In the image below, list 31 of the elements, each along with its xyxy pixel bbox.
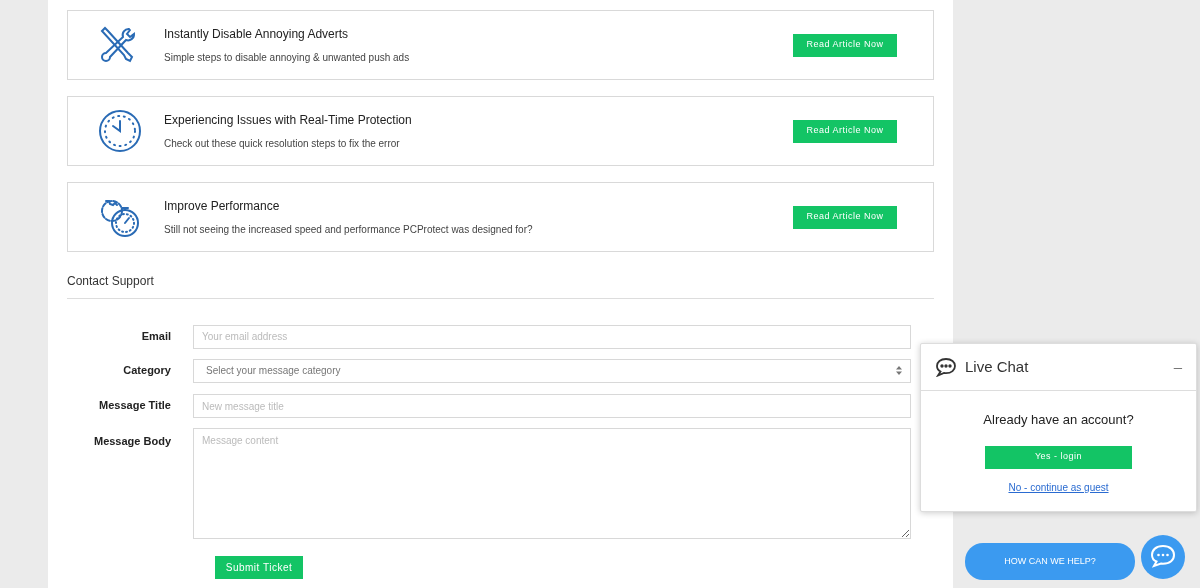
guest-link[interactable]: No - continue as guest [1008,479,1109,495]
text-field[interactable]: New message title [193,394,911,418]
article-title: Improve Performance [164,198,281,215]
tools-icon [98,25,138,65]
select-placeholder: Select your message category [206,364,341,378]
read-article-button[interactable]: Read Article Now [793,119,897,143]
minimize-button[interactable]: – [1173,355,1182,379]
message-field[interactable]: Message content [193,428,911,539]
field-label: Email [140,328,172,344]
article-description: Simple steps to disable annoying & unwanted push ads [164,51,411,65]
chat-bubble-icon [935,357,957,377]
help-bubble[interactable]: HOW CAN WE HELP? [965,543,1135,580]
login-button[interactable]: Yes - login [985,445,1132,469]
chat-launcher-icon[interactable] [1141,535,1185,579]
article-description: Check out these quick resolution steps to fix the error [164,137,401,151]
clock-icon [98,109,142,153]
read-article-button[interactable]: Read Article Now [793,205,897,229]
field-label: Message Title [98,398,172,413]
field-label: Message Body [92,434,172,449]
chat-title: Live Chat [965,356,1029,377]
sort-arrows-icon [896,366,902,375]
article-description: Still not seeing the increased speed and performance PCProtect was designed for? [164,223,534,237]
section-heading: Contact Support [67,273,155,290]
article-title: Instantly Disable Annoying Adverts [164,26,350,43]
text-field[interactable]: Your email address [193,324,911,349]
select-field[interactable]: Select your message category [193,358,911,383]
submit-ticket-button[interactable]: Submit Ticket [215,556,303,579]
account-question: Already have an account? [983,411,1134,429]
article-title: Experiencing Issues with Real-Time Protection [164,112,413,129]
field-label: Category [122,363,172,379]
read-article-button[interactable]: Read Article Now [793,33,897,57]
